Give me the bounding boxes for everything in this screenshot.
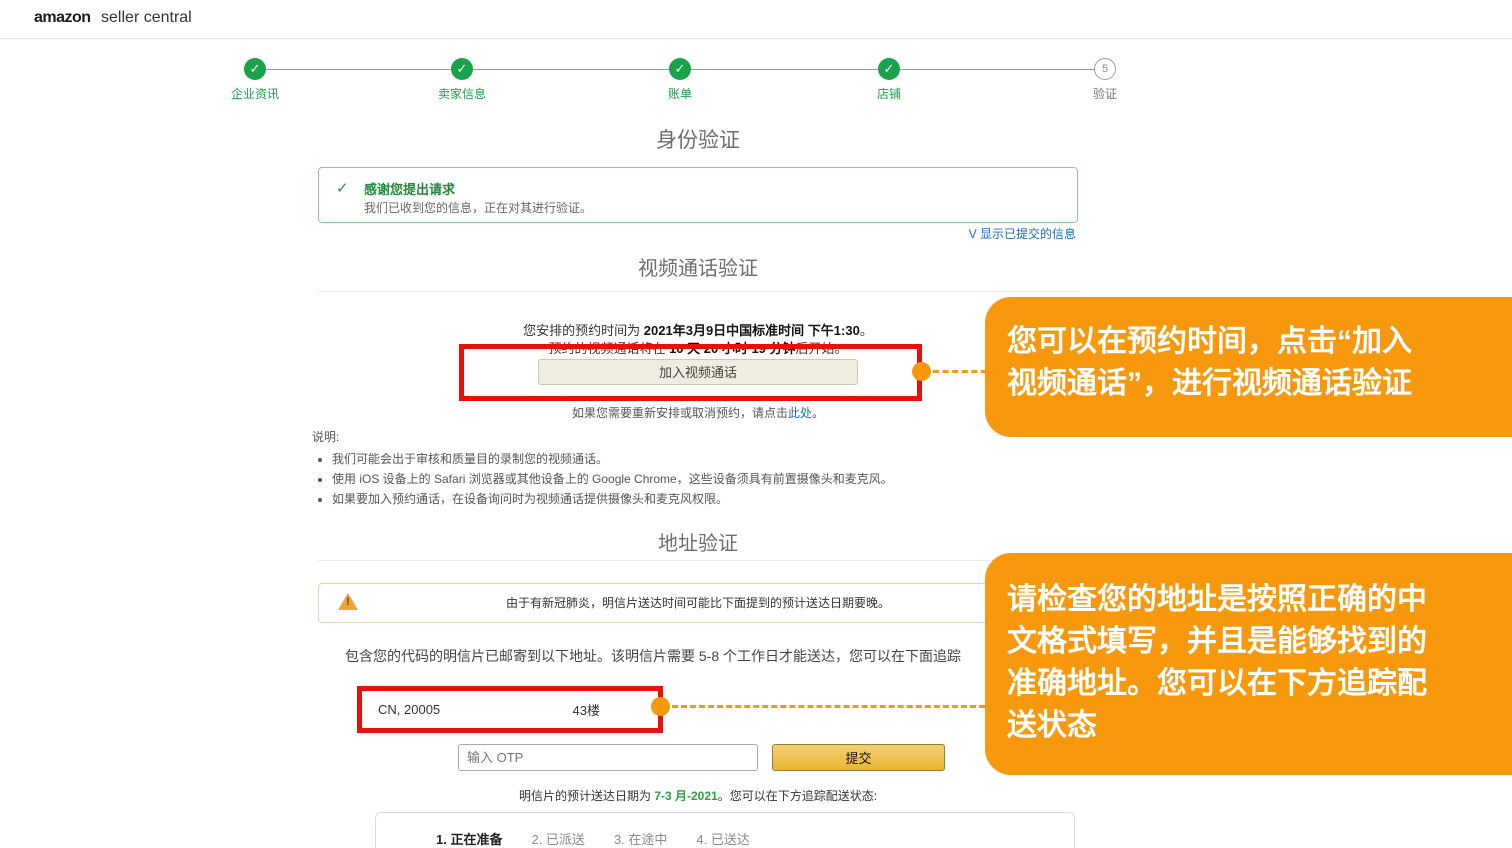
callout-line: 请检查您的地址是按照正确的中 [1007, 579, 1512, 621]
step-label: 卖家信息 [402, 85, 522, 102]
step-seller-info[interactable]: ✓ 卖家信息 [402, 58, 522, 102]
delivery-tracker: 1. 正在准备 2. 已派送 3. 在途中 4. 已送达 [375, 812, 1075, 848]
video-call-notes: 说明: 我们可能会出于审核和质量目的录制您的视频通话。 使用 iOS 设备上的 … [312, 428, 893, 510]
success-banner: ✓ 感谢您提出请求 我们已收到您的信息，正在对其进行验证。 [318, 167, 1078, 223]
annotation-red-box-video [459, 344, 922, 401]
reschedule-suffix: 。 [812, 406, 824, 420]
submit-button[interactable]: 提交 [772, 744, 945, 771]
delivery-date-value: 7-3 月-2021 [654, 789, 717, 803]
amazon-seller-central-logo[interactable]: amazon seller central [34, 9, 192, 27]
annotation-red-box-address [357, 686, 663, 733]
callout-video-tip: 您可以在预约时间，点击“加入 视频通话”，进行视频通话验证 [985, 297, 1512, 437]
delivery-prefix: 明信片的预计送达日期为 [519, 789, 654, 803]
check-icon: ✓ [336, 179, 349, 197]
step-check-icon: ✓ [244, 58, 266, 80]
page-title: 身份验证 [318, 124, 1078, 154]
step-number-icon: 5 [1094, 58, 1116, 80]
appointment-text-end: 。 [860, 323, 873, 338]
step-check-icon: ✓ [451, 58, 473, 80]
step-billing[interactable]: ✓ 账单 [620, 58, 740, 102]
success-subtitle: 我们已收到您的信息，正在对其进行验证。 [364, 199, 592, 216]
success-title: 感谢您提出请求 [364, 179, 455, 198]
step-label: 验证 [1045, 85, 1165, 102]
step-check-icon: ✓ [878, 58, 900, 80]
step-check-icon: ✓ [669, 58, 691, 80]
callout-line: 您可以在预约时间，点击“加入 [1007, 321, 1512, 363]
reschedule-prefix: 如果您需要重新安排或取消预约，请点击 [572, 406, 788, 420]
tracker-step-dispatched: 2. 已派送 [531, 829, 584, 848]
appointment-text: 您安排的预约时间为 [523, 323, 644, 338]
note-item: 如果要加入预约通话，在设备询问时为视频通话提供摄像头和麦克风权限。 [332, 490, 893, 507]
postcard-info-text: 包含您的代码的明信片已邮寄到以下地址。该明信片需要 5-8 个工作日才能送达，您… [345, 646, 961, 666]
seller-central-verification-page: amazon seller central ✓ 企业资讯 ✓ 卖家信息 ✓ 账单… [0, 0, 1512, 848]
step-label: 店铺 [829, 85, 949, 102]
appointment-time-line: 您安排的预约时间为 2021年3月9日中国标准时间 下午1:30。 [318, 320, 1078, 339]
appointment-time-value: 2021年3月9日中国标准时间 下午1:30 [644, 323, 860, 338]
step-label: 企业资讯 [195, 85, 315, 102]
callout-line: 文格式填写，并且是能够找到的 [1007, 621, 1512, 663]
section-divider [318, 560, 1078, 561]
callout-line: 送状态 [1007, 705, 1512, 747]
step-company-info[interactable]: ✓ 企业资讯 [195, 58, 315, 102]
tracker-step-in-transit: 3. 在途中 [614, 829, 667, 848]
step-store[interactable]: ✓ 店铺 [829, 58, 949, 102]
tracker-step-delivered: 4. 已送达 [696, 829, 749, 848]
address-section-title: 地址验证 [318, 527, 1078, 556]
reschedule-here-link[interactable]: 此处 [788, 406, 812, 420]
delivery-suffix: 。您可以在下方追踪配送状态: [718, 789, 877, 803]
annotation-dot-icon [651, 697, 670, 716]
note-item: 使用 iOS 设备上的 Safari 浏览器或其他设备上的 Google Chr… [332, 470, 893, 487]
video-section-title: 视频通话验证 [318, 252, 1078, 281]
callout-line: 准确地址。您可以在下方追踪配 [1007, 663, 1512, 705]
step-verification: 5 验证 [1045, 58, 1165, 102]
seller-central-logo-text: seller central [101, 9, 192, 26]
step-label: 账单 [620, 85, 740, 102]
notes-title: 说明: [312, 428, 893, 445]
warning-text: 由于有新冠肺炎，明信片送达时间可能比下面提到的预计送达日期要晚。 [319, 584, 1077, 622]
annotation-dashed-line [933, 370, 987, 373]
note-item: 我们可能会出于审核和质量目的录制您的视频通话。 [332, 450, 893, 467]
annotation-dashed-line [672, 705, 985, 708]
annotation-dot-icon [912, 362, 931, 381]
section-divider [318, 291, 1078, 292]
otp-input[interactable] [458, 744, 758, 771]
show-submitted-info-link[interactable]: V 显示已提交的信息 [318, 225, 1076, 242]
callout-address-tip: 请检查您的地址是按照正确的中 文格式填写，并且是能够找到的 准确地址。您可以在下… [985, 553, 1512, 775]
amazon-logo-text: amazon [34, 9, 91, 26]
reschedule-text: 如果您需要重新安排或取消预约，请点击此处。 [318, 404, 1078, 421]
app-header: amazon seller central [0, 0, 1512, 39]
tracker-step-preparing: 1. 正在准备 [436, 829, 502, 848]
callout-line: 视频通话”，进行视频通话验证 [1007, 363, 1512, 405]
delivery-estimate-line: 明信片的预计送达日期为 7-3 月-2021。您可以在下方追踪配送状态: [318, 787, 1078, 804]
covid-warning-banner: 由于有新冠肺炎，明信片送达时间可能比下面提到的预计送达日期要晚。 [318, 583, 1078, 623]
